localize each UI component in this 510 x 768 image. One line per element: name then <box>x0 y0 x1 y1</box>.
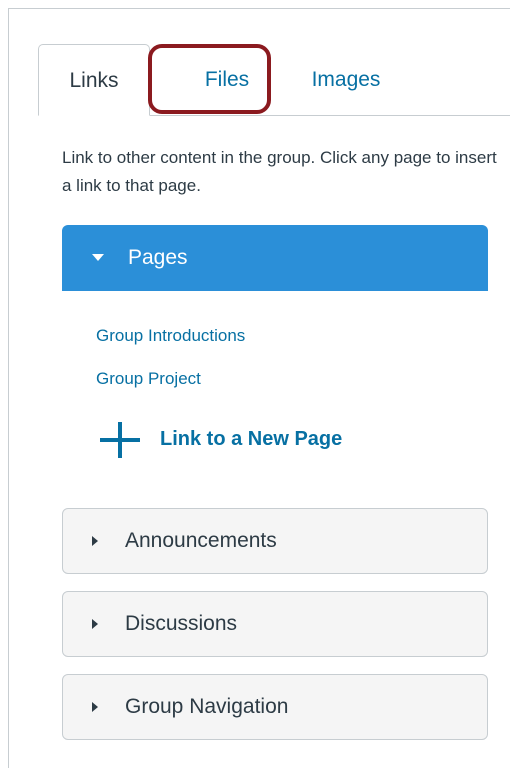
page-link-group-introductions[interactable]: Group Introductions <box>96 326 245 346</box>
files-tab-highlight <box>148 44 271 114</box>
discussions-accordion[interactable]: Discussions <box>62 591 488 657</box>
caret-right-icon <box>92 619 98 629</box>
caret-right-icon <box>92 536 98 546</box>
group-navigation-accordion-label: Group Navigation <box>125 695 289 718</box>
pages-accordion-header[interactable]: Pages <box>62 225 488 291</box>
tab-images[interactable]: Images <box>266 44 426 116</box>
link-to-new-page-label: Link to a New Page <box>160 428 343 450</box>
page-link-group-project[interactable]: Group Project <box>96 369 201 389</box>
group-navigation-accordion[interactable]: Group Navigation <box>62 674 488 740</box>
tab-links[interactable]: Links <box>38 44 150 116</box>
content-tabs: Links Files Images <box>38 44 510 116</box>
discussions-accordion-label: Discussions <box>125 612 238 635</box>
announcements-accordion-label: Announcements <box>125 529 277 552</box>
caret-down-icon <box>92 254 104 261</box>
caret-right-icon <box>92 702 98 712</box>
links-instructions: Link to other content in the group. Clic… <box>62 148 497 195</box>
announcements-accordion[interactable]: Announcements <box>62 508 488 574</box>
pages-accordion-label: Pages <box>128 246 188 269</box>
plus-icon <box>100 422 140 458</box>
